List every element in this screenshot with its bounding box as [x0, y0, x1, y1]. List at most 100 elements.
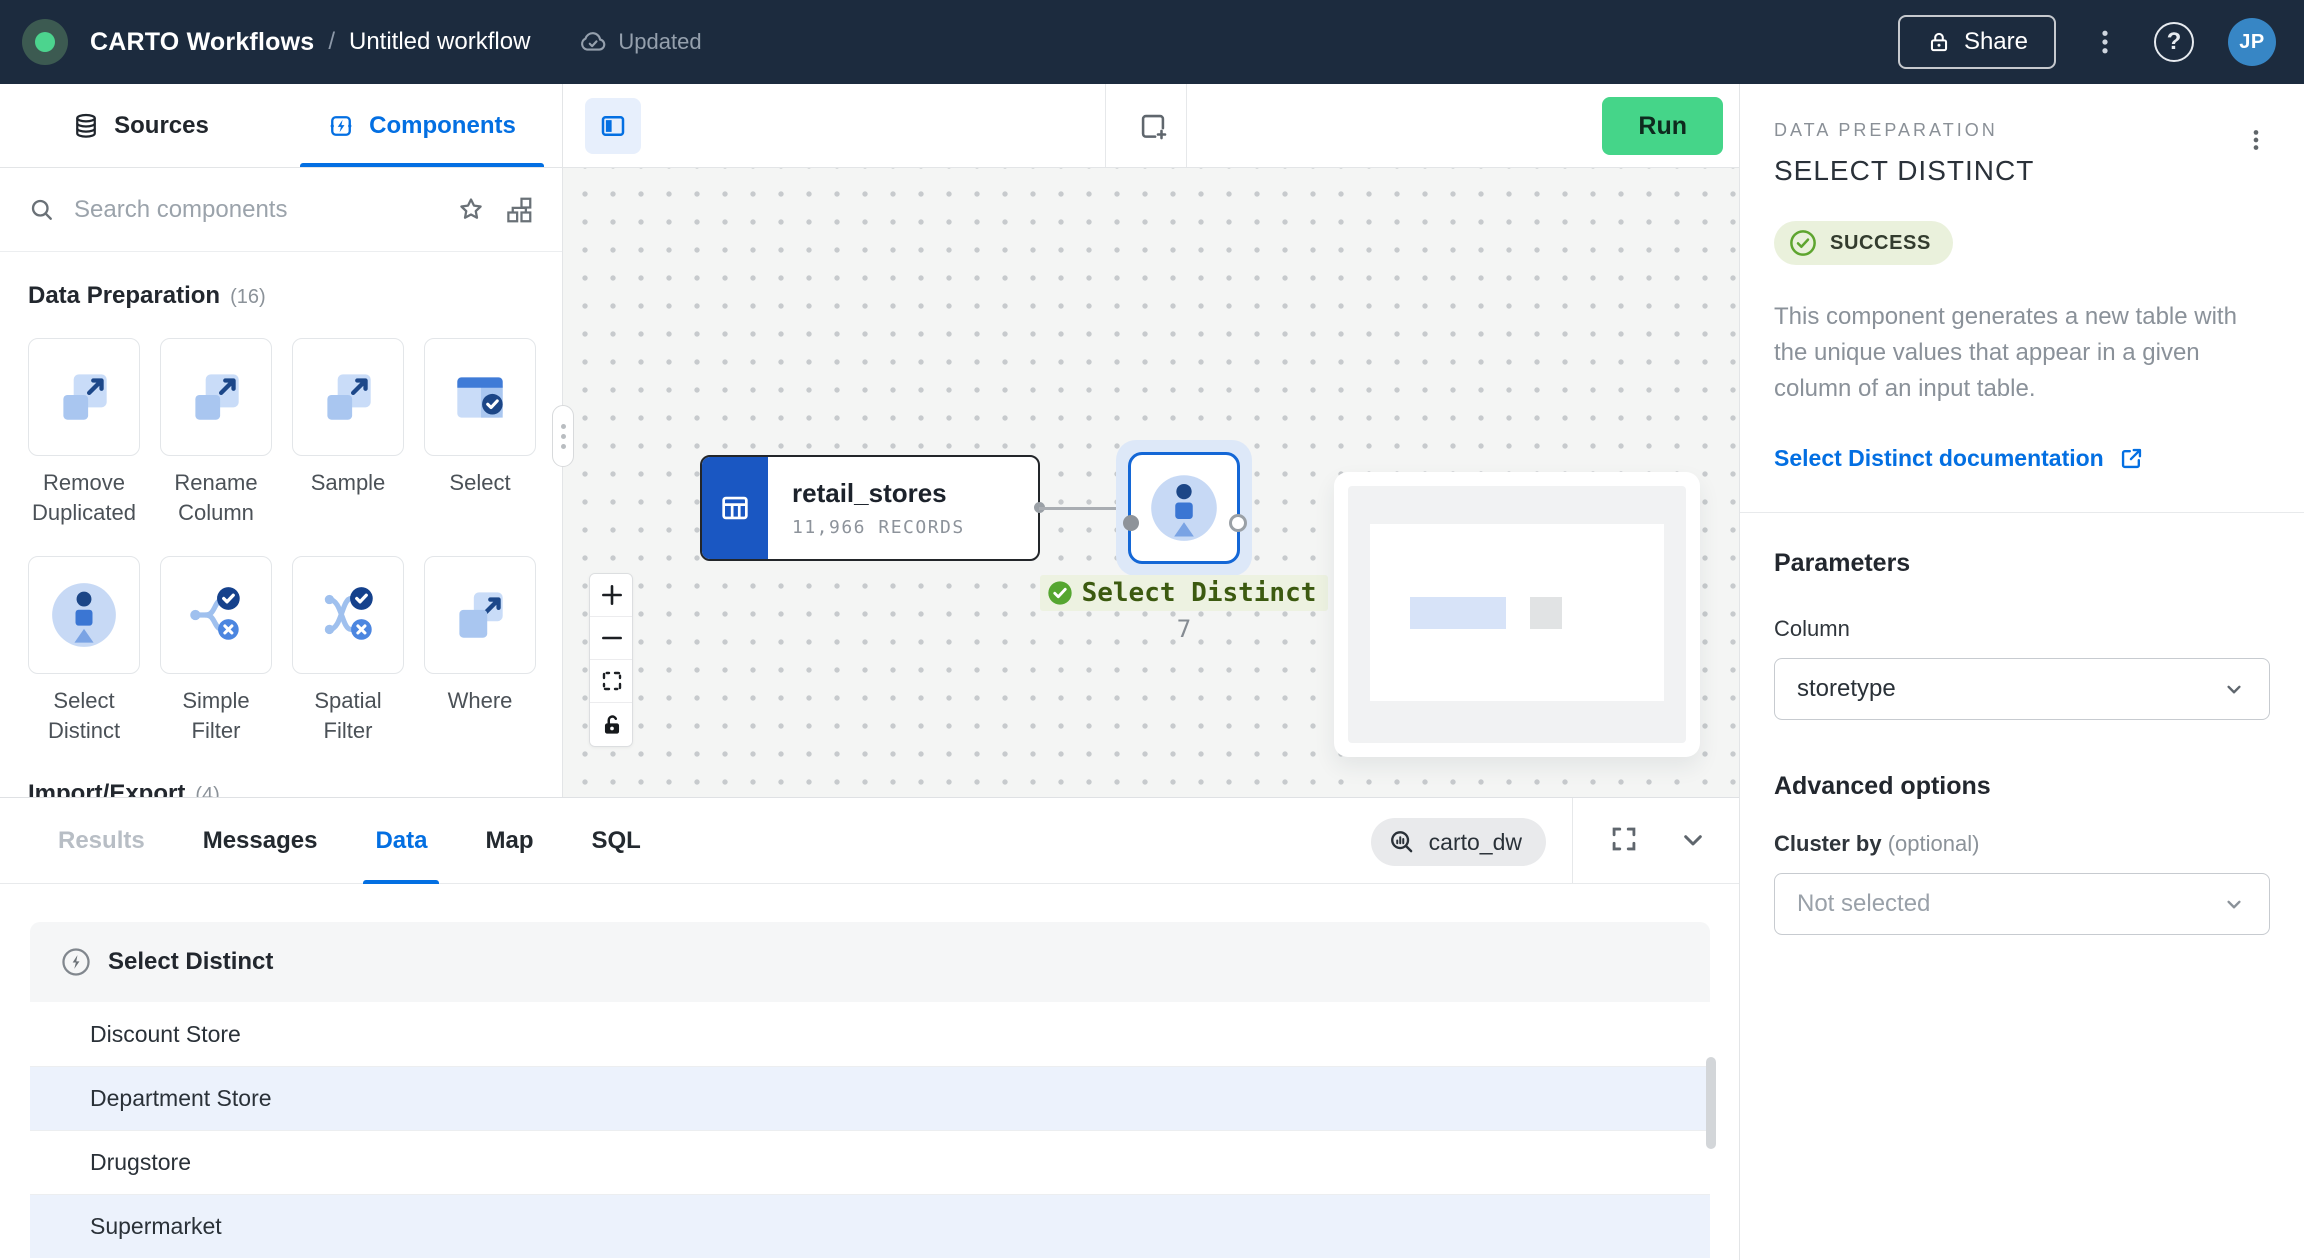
canvas-grid[interactable]: retail_stores 11,966 RECORDS: [563, 168, 1739, 797]
tab-components[interactable]: Components: [281, 84, 562, 167]
canvas-toolbar: Run: [563, 84, 1739, 168]
node-records: 11,966 RECORDS: [792, 517, 1038, 538]
unlock-icon[interactable]: [590, 703, 633, 746]
favorites-star-icon[interactable]: [456, 195, 486, 225]
panel-resize-handle[interactable]: [552, 405, 574, 467]
workspace-split: Sources Components: [0, 84, 1739, 797]
external-link-icon: [2118, 445, 2145, 472]
table-row[interactable]: Drugstore: [30, 1130, 1710, 1194]
branch-filter-icon: [183, 582, 249, 648]
success-check-icon: [1046, 579, 1074, 607]
overlap-squares-arrow-icon: [183, 364, 249, 430]
search-icon: [28, 196, 56, 224]
node-retail-stores[interactable]: retail_stores 11,966 RECORDS: [700, 455, 1040, 561]
search-input[interactable]: [74, 196, 438, 224]
zoom-in-icon[interactable]: [590, 574, 633, 617]
tab-components-label: Components: [369, 112, 516, 140]
component-rename-column[interactable]: Rename Column: [160, 338, 272, 528]
input-port[interactable]: [1123, 515, 1139, 531]
workflow-tree-icon[interactable]: [504, 195, 534, 225]
more-options-icon[interactable]: [2090, 27, 2120, 57]
section-title: Data Preparation: [28, 282, 220, 310]
select-distinct-icon: [50, 581, 118, 649]
workflow-canvas: Run: [563, 84, 1739, 797]
status-badge: SUCCESS: [1774, 221, 1953, 265]
component-sample[interactable]: Sample: [292, 338, 404, 528]
table-row[interactable]: Supermarket: [30, 1194, 1710, 1258]
component-title: SELECT DISTINCT: [1774, 155, 2034, 187]
carto-logo[interactable]: [22, 19, 68, 65]
column-select[interactable]: storetype: [1774, 658, 2270, 720]
component-remove-duplicated[interactable]: Remove Duplicated: [28, 338, 140, 528]
table-check-icon: [447, 364, 513, 430]
component-spatial-filter[interactable]: Spatial Filter: [292, 556, 404, 746]
documentation-link[interactable]: Select Distinct documentation: [1774, 445, 2145, 472]
cluster-by-select[interactable]: Not selected: [1774, 873, 2270, 935]
zoom-out-icon[interactable]: [590, 617, 633, 660]
connection-badge[interactable]: carto_dw: [1371, 818, 1546, 866]
tab-map[interactable]: Map: [485, 798, 533, 883]
results-tabbar: Results Messages Data Map SQL: [0, 798, 1739, 884]
node-selection-halo: [1116, 440, 1252, 576]
connection-name: carto_dw: [1429, 829, 1522, 856]
components-list: Data Preparation (16): [0, 252, 562, 797]
component-select[interactable]: Select: [424, 338, 536, 528]
edge-connector: [1039, 507, 1125, 510]
breadcrumb-separator: /: [328, 28, 335, 56]
cloud-check-icon: [578, 27, 608, 57]
help-icon[interactable]: ?: [2154, 22, 2194, 62]
table-scrollbar[interactable]: [1706, 1057, 1716, 1149]
component-where[interactable]: Where: [424, 556, 536, 746]
save-status-label: Updated: [618, 29, 701, 55]
run-button[interactable]: Run: [1602, 97, 1723, 155]
components-icon: [327, 112, 355, 140]
component-category: DATA PREPARATION: [1774, 120, 2034, 141]
table-header-title: Select Distinct: [108, 948, 273, 976]
toolbar-divider: [1186, 84, 1187, 167]
component-select-distinct[interactable]: Select Distinct: [28, 556, 140, 746]
canvas-zoom-controls: [589, 573, 633, 747]
expand-panel-icon[interactable]: [1607, 822, 1641, 856]
table-header-row: Select Distinct: [30, 922, 1710, 1002]
share-button-label: Share: [1964, 28, 2028, 56]
skeleton-block: [1410, 597, 1506, 629]
parameters-heading: Parameters: [1774, 549, 2270, 578]
app-title: CARTO Workflows: [90, 28, 314, 57]
avatar[interactable]: JP: [2228, 18, 2276, 66]
table-row[interactable]: Discount Store: [30, 1002, 1710, 1066]
column-label: Column: [1774, 616, 2270, 642]
panel-divider: [1740, 512, 2304, 513]
chevron-down-icon: [2221, 891, 2247, 917]
add-note-icon[interactable]: [1129, 102, 1177, 150]
select-distinct-icon: [1149, 473, 1219, 543]
tab-data[interactable]: Data: [375, 798, 427, 883]
node-select-distinct[interactable]: [1128, 452, 1240, 564]
sidebar-toggle-icon[interactable]: [585, 98, 641, 154]
node-label: Select Distinct: [1082, 578, 1317, 608]
body-row: Sources Components: [0, 84, 2304, 1260]
chevron-down-icon[interactable]: [1677, 824, 1709, 856]
status-label: SUCCESS: [1830, 232, 1931, 255]
output-port[interactable]: [1229, 514, 1247, 532]
fit-view-icon[interactable]: [590, 660, 633, 703]
table-row[interactable]: Department Store: [30, 1066, 1710, 1130]
overlap-squares-arrow-icon: [447, 582, 513, 648]
components-panel: Sources Components: [0, 84, 563, 797]
tab-messages[interactable]: Messages: [203, 798, 318, 883]
panel-more-options-icon[interactable]: [2242, 126, 2270, 154]
top-bar: CARTO Workflows / Untitled workflow Upda…: [0, 0, 2304, 84]
component-description: This component generates a new table wit…: [1774, 299, 2270, 407]
tab-sql[interactable]: SQL: [591, 798, 640, 883]
tab-results[interactable]: Results: [58, 798, 145, 883]
toolbar-divider: [1105, 84, 1106, 167]
preview-placeholder-card: [1334, 472, 1700, 757]
lock-icon: [1926, 29, 1952, 55]
tab-sources[interactable]: Sources: [0, 84, 281, 167]
data-explorer-icon: [1387, 827, 1417, 857]
data-preview-table: Select Distinct Discount Store Departmen…: [30, 922, 1710, 1258]
results-panel: Results Messages Data Map SQL: [0, 797, 1739, 1260]
workflow-title[interactable]: Untitled workflow: [349, 28, 530, 56]
node-output-count: 7: [1016, 615, 1352, 643]
component-simple-filter[interactable]: Simple Filter: [160, 556, 272, 746]
share-button[interactable]: Share: [1898, 15, 2056, 69]
